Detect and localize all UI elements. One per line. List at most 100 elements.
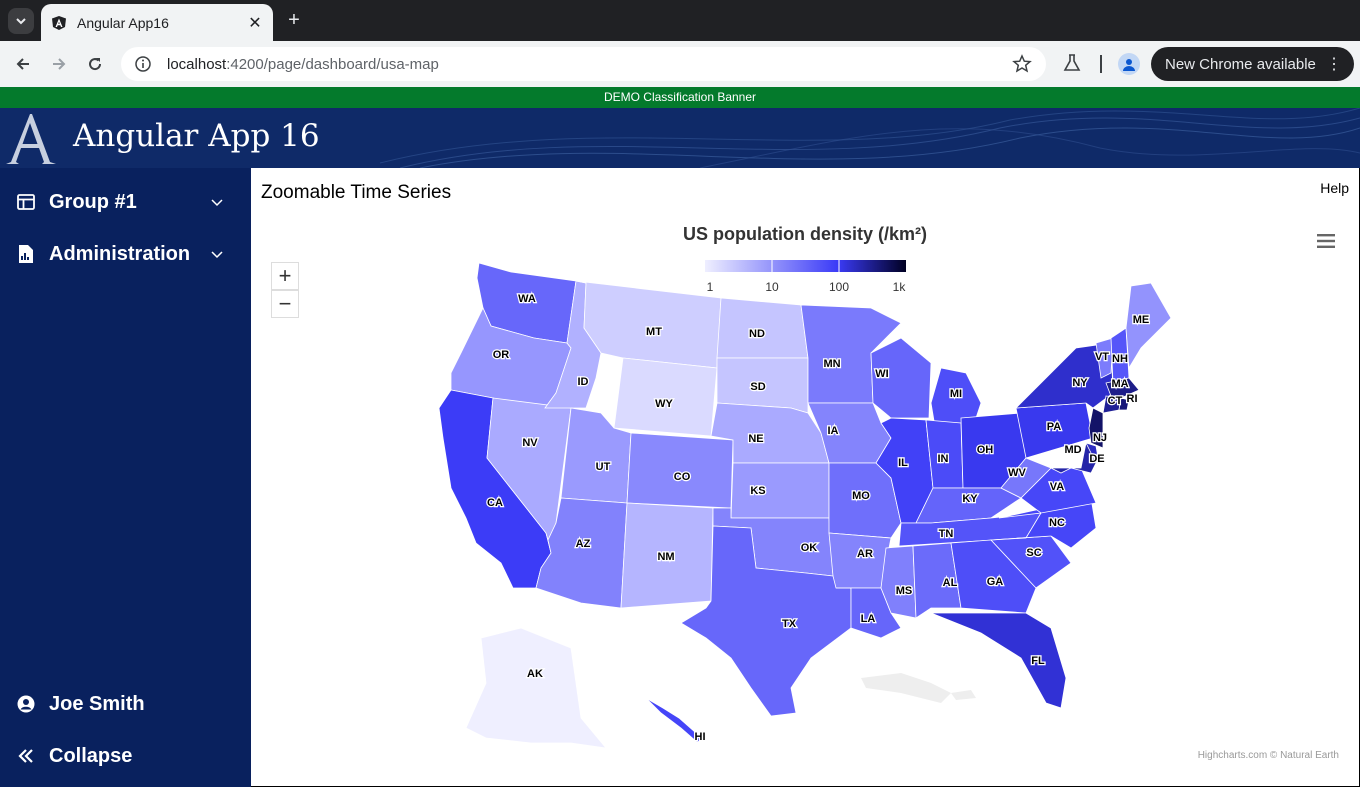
state-label-ks: KS [750, 485, 765, 497]
state-label-ar: AR [857, 548, 873, 560]
state-label-nc: NC [1049, 517, 1065, 529]
state-label-ok: OK [801, 542, 818, 554]
state-label-ny: NY [1072, 377, 1088, 389]
zoom-in-button[interactable]: + [271, 262, 299, 290]
color-axis-label: 1 [706, 280, 714, 294]
browser-tab[interactable]: Angular App16 ✕ [41, 4, 273, 41]
state-label-ia: IA [828, 425, 839, 437]
chevron-down-icon [211, 251, 223, 259]
state-label-wi: WI [875, 368, 888, 380]
caribbean-landmass [861, 673, 976, 703]
state-label-la: LA [861, 613, 876, 625]
state-label-pa: PA [1047, 421, 1062, 433]
sidebar-item-group-1[interactable]: Group #1 [0, 182, 251, 222]
tab-search-button[interactable] [8, 8, 34, 34]
color-axis-label: 1k [892, 280, 906, 294]
state-label-de: DE [1089, 453, 1104, 465]
labs-flask-icon[interactable] [1062, 53, 1082, 73]
state-label-nm: NM [657, 551, 674, 563]
color-axis-label: 100 [828, 280, 850, 294]
state-label-mt: MT [646, 326, 662, 338]
color-axis-label: 10 [765, 280, 779, 294]
state-label-ca: CA [487, 497, 503, 509]
state-label-il: IL [898, 457, 908, 469]
reload-button[interactable] [83, 52, 107, 76]
chrome-update-button[interactable]: New Chrome available ⋮ [1151, 47, 1354, 81]
state-label-mi: MI [950, 388, 962, 400]
arrow-right-icon [53, 58, 66, 70]
state-label-tn: TN [939, 528, 954, 540]
state-label-ms: MS [896, 585, 913, 597]
state-label-az: AZ [576, 538, 591, 550]
site-info-icon[interactable] [133, 54, 153, 74]
state-label-ky: KY [962, 493, 978, 505]
state-label-tx: TX [782, 618, 797, 630]
state-label-wv: WV [1008, 467, 1026, 479]
state-label-co: CO [674, 471, 691, 483]
state-label-wy: WY [655, 398, 673, 410]
chevron-down-icon [211, 199, 223, 207]
color-axis-gradient [705, 260, 906, 272]
state-label-ct: CT [1108, 395, 1123, 407]
state-label-fl: FL [1031, 655, 1045, 667]
chart-context-menu-icon[interactable] [1317, 234, 1335, 248]
app-title: Angular App 16 [73, 118, 320, 154]
address-bar[interactable]: localhost:4200/page/dashboard/usa-map [121, 47, 1046, 81]
double-chevron-left-icon [16, 746, 36, 766]
chrome-update-label: New Chrome available [1165, 55, 1316, 73]
state-label-md: MD [1064, 444, 1081, 456]
url-host: localhost [167, 55, 227, 73]
state-label-ne: NE [748, 433, 763, 445]
profile-avatar-icon[interactable] [1118, 53, 1140, 75]
back-button[interactable] [11, 52, 35, 76]
close-tab-icon[interactable]: ✕ [247, 13, 263, 33]
state-label-va: VA [1050, 481, 1065, 493]
account-circle-icon [16, 694, 36, 714]
state-label-ut: UT [596, 461, 611, 473]
chart-title: US population density (/km²) [682, 224, 927, 244]
state-label-or: OR [493, 349, 510, 361]
state-label-vt: VT [1095, 351, 1109, 363]
app-logo-icon [6, 114, 56, 164]
app-header: Angular App 16 [0, 108, 1360, 168]
state-label-al: AL [943, 577, 958, 589]
state-label-me: ME [1133, 314, 1150, 326]
sidebar-collapse-button[interactable]: Collapse [0, 736, 251, 776]
reload-icon [89, 58, 102, 71]
zoom-out-button[interactable]: − [271, 290, 299, 318]
state-ak[interactable] [465, 627, 607, 749]
state-label-in: IN [938, 453, 949, 465]
classification-banner: DEMO Classification Banner [0, 87, 1360, 108]
state-label-oh: OH [977, 444, 994, 456]
bookmark-star-icon[interactable] [1012, 54, 1032, 74]
forward-button[interactable] [47, 52, 71, 76]
sidebar: Group #1 Administration Joe Smith Collap… [0, 168, 251, 787]
state-label-ma: MA [1111, 378, 1128, 390]
state-ks[interactable] [730, 462, 830, 519]
state-label-nj: NJ [1093, 432, 1107, 444]
sidebar-user-name: Joe Smith [49, 692, 145, 715]
state-label-mo: MO [852, 490, 870, 502]
state-label-ri: RI [1127, 393, 1138, 405]
new-tab-button[interactable]: + [283, 9, 305, 31]
state-label-sd: SD [750, 381, 765, 393]
browser-tab-strip: Angular App16 ✕ + [0, 0, 1360, 41]
state-fl[interactable] [930, 612, 1067, 709]
browser-toolbar: localhost:4200/page/dashboard/usa-map Ne… [0, 41, 1360, 87]
state-label-sc: SC [1026, 547, 1041, 559]
more-vert-icon: ⋮ [1326, 56, 1342, 73]
chevron-down-icon [16, 18, 26, 25]
state-label-nd: ND [749, 328, 765, 340]
sidebar-item-administration[interactable]: Administration [0, 234, 251, 274]
dashboard-icon [16, 192, 36, 212]
sidebar-collapse-label: Collapse [49, 744, 133, 767]
state-label-id: ID [578, 376, 589, 388]
sidebar-user[interactable]: Joe Smith [0, 684, 251, 724]
state-label-nv: NV [522, 437, 538, 449]
arrow-left-icon [16, 58, 29, 70]
report-icon [16, 244, 36, 264]
chart-credits[interactable]: Highcharts.com © Natural Earth [1198, 750, 1339, 761]
state-label-hi: HI [695, 731, 706, 743]
tab-title: Angular App16 [77, 14, 169, 31]
state-label-ak: AK [527, 668, 543, 680]
